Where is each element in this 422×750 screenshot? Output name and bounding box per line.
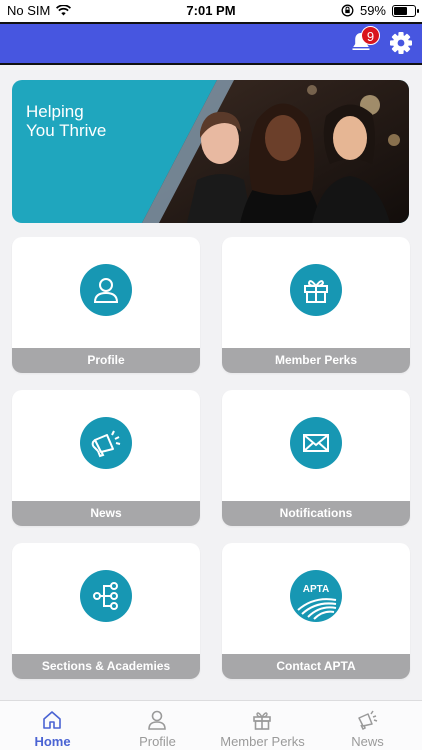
tile-icon-circle	[80, 417, 132, 469]
person-icon	[93, 278, 119, 303]
tab-profile[interactable]: Profile	[105, 701, 210, 750]
notification-count-badge: 9	[361, 26, 380, 45]
tab-member-perks[interactable]: Member Perks	[210, 701, 315, 750]
banner-headline-line2: You Thrive	[26, 121, 107, 140]
banner-headline: Helping You Thrive	[26, 102, 106, 140]
gift-icon	[304, 280, 328, 303]
person-icon	[148, 710, 166, 730]
tab-home[interactable]: Home	[0, 701, 105, 750]
tab-news[interactable]: News	[315, 701, 420, 750]
tile-label: News	[12, 501, 200, 526]
bottom-tab-bar: Home Profile Member Perks News	[0, 700, 422, 750]
tile-icon-circle	[80, 264, 132, 316]
tab-label: News	[351, 734, 384, 749]
status-right-group: 59%	[341, 3, 419, 18]
hierarchy-icon	[93, 582, 118, 610]
tile-news[interactable]: News	[12, 390, 200, 526]
status-bar: No SIM 7:01 PM 59%	[0, 0, 422, 22]
orientation-lock-icon	[341, 4, 354, 17]
tile-contact-apta[interactable]: APTA Contact APTA	[222, 543, 410, 679]
hero-banner: Helping You Thrive	[12, 80, 409, 223]
home-icon	[43, 711, 61, 729]
tile-label: Notifications	[222, 501, 410, 526]
megaphone-icon	[358, 710, 378, 731]
tile-icon-circle	[80, 570, 132, 622]
tab-label: Home	[34, 734, 71, 749]
gift-icon	[253, 712, 271, 730]
banner-headline-line1: Helping	[26, 102, 84, 121]
tile-label: Profile	[12, 348, 200, 373]
tile-label: Contact APTA	[222, 654, 410, 679]
tile-notifications[interactable]: Notifications	[222, 390, 410, 526]
tile-icon-circle	[290, 264, 342, 316]
notifications-bell-button[interactable]: 9	[349, 26, 380, 56]
tile-icon-circle	[290, 417, 342, 469]
tile-profile[interactable]: Profile	[12, 237, 200, 373]
apta-logo: APTA	[297, 584, 337, 620]
envelope-icon	[303, 434, 329, 452]
tile-member-perks[interactable]: Member Perks	[222, 237, 410, 373]
battery-percent: 59%	[359, 3, 386, 18]
megaphone-icon	[91, 430, 121, 458]
tab-label: Profile	[139, 734, 176, 749]
apta-logo-text: APTA	[303, 584, 329, 595]
gear-icon	[390, 32, 412, 54]
settings-button[interactable]	[388, 30, 414, 56]
tile-label: Member Perks	[222, 348, 410, 373]
tile-icon-circle: APTA	[290, 570, 342, 622]
battery-icon	[392, 4, 419, 17]
tab-label: Member Perks	[220, 734, 305, 749]
tile-sections-academies[interactable]: Sections & Academies	[12, 543, 200, 679]
app-header: 9	[0, 22, 422, 65]
tile-label: Sections & Academies	[12, 654, 200, 679]
